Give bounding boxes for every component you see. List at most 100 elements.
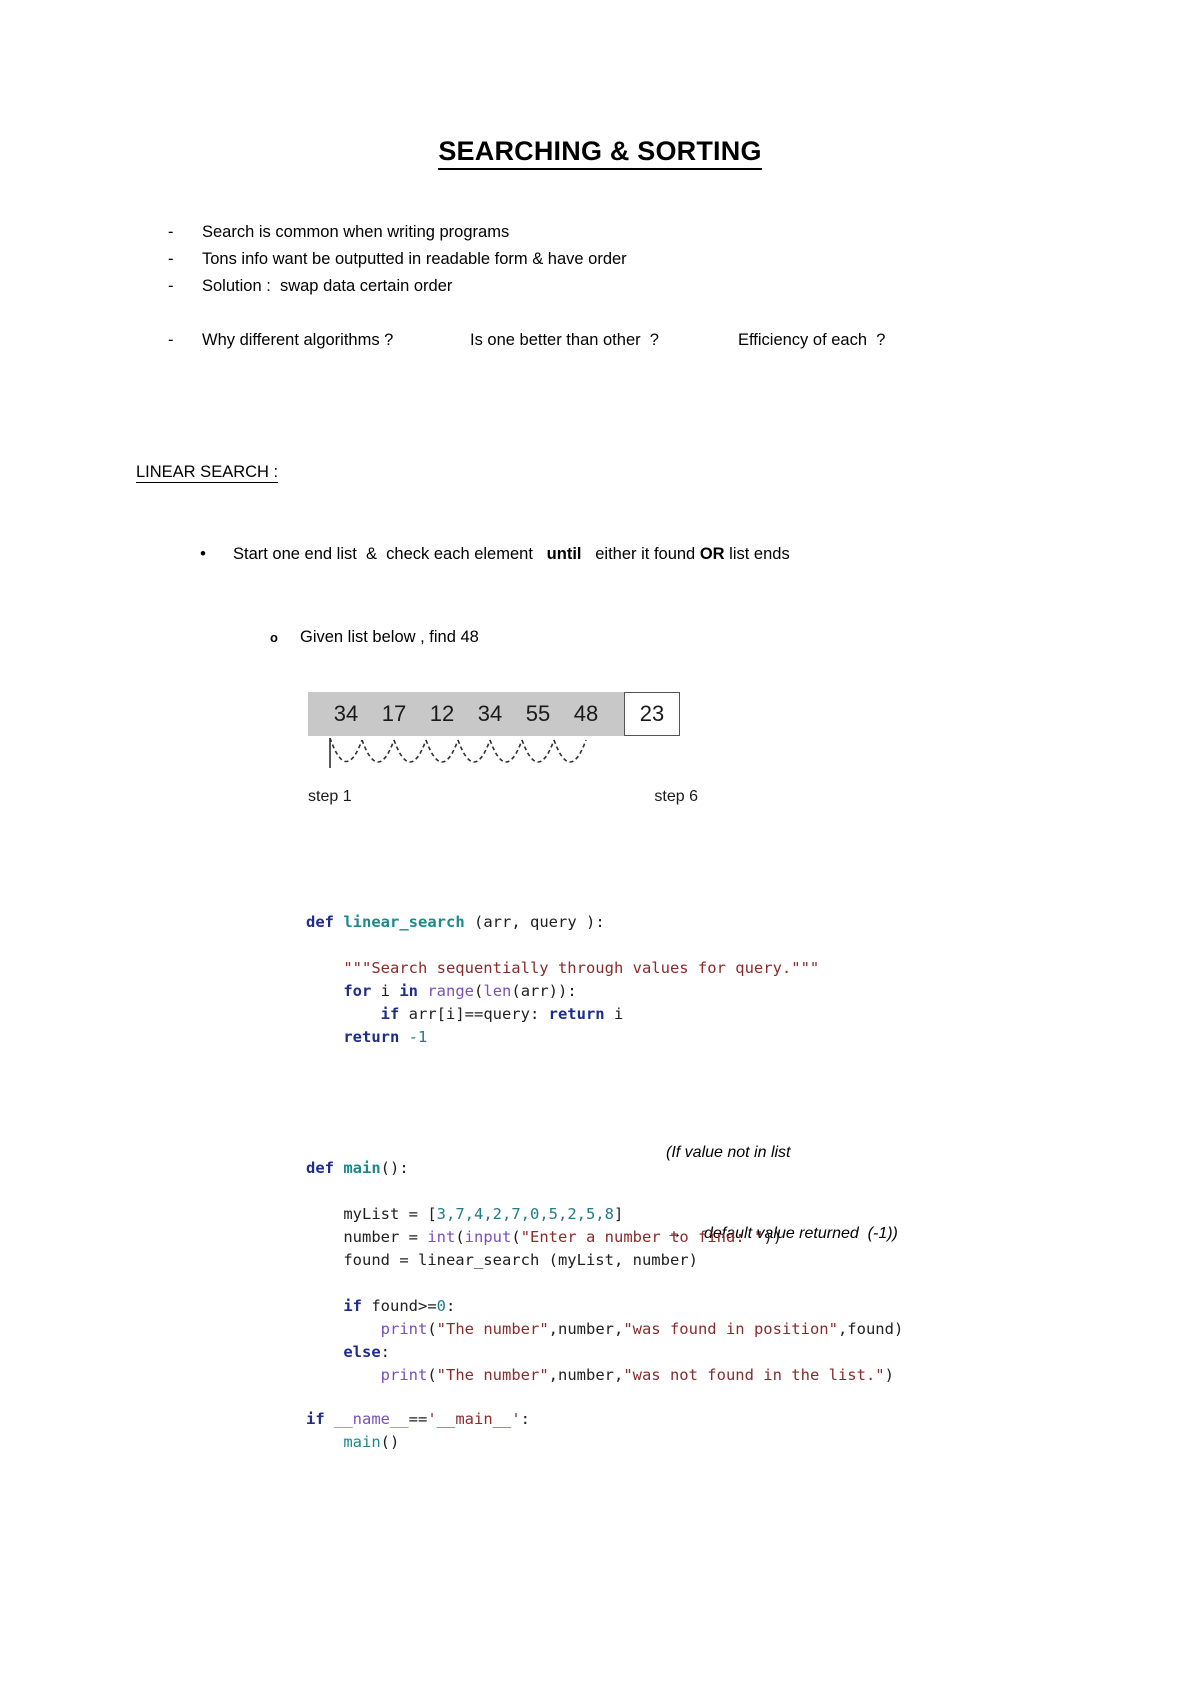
code-builtin-print-notfound: print <box>380 1366 428 1384</box>
page-title-text: SEARCHING & SORTING <box>438 136 762 170</box>
code-call-main: main <box>343 1433 381 1451</box>
code-function-name: linear_search <box>343 913 465 931</box>
code-print-mid-2: ,number, <box>548 1366 624 1384</box>
step-labels: step 1 step 6 <box>308 788 698 806</box>
list-item-questions: - Why different algorithms ? Is one bett… <box>168 327 1128 354</box>
list-item-label: Solution : swap data certain order <box>202 277 453 295</box>
array-cell: 48 <box>573 701 599 726</box>
bullet-text-until: until <box>546 545 582 563</box>
code-paren-open-2: ( <box>511 1228 521 1246</box>
code-builtin-int: int <box>427 1228 456 1246</box>
code-dunder-name: __name__ <box>324 1410 409 1428</box>
code-function-name-main: main <box>343 1159 381 1177</box>
list-item: - Tons info want be outputted in readabl… <box>168 246 1128 273</box>
step-first-label: step 1 <box>308 788 352 805</box>
linear-search-bullet: • Start one end list & check each elemen… <box>200 542 790 567</box>
code-list-numbers: 3,7,4,2,7,0,5,2,5,8 <box>436 1205 614 1223</box>
array-cell: 12 <box>429 701 455 726</box>
step-last-label: step 6 <box>654 788 698 805</box>
bullet-text-pre: Start one end list & check each element <box>233 545 547 563</box>
code-paren: ( <box>474 982 484 1000</box>
code-call-parens: () <box>380 1433 400 1451</box>
code-block-linear-search: def linear_search (arr, query ): """Sear… <box>306 911 819 1049</box>
code-builtin-print-found: print <box>380 1320 428 1338</box>
list-item-label: Search is common when writing programs <box>202 223 510 241</box>
given-list-label: Given list below , find 48 <box>300 628 479 646</box>
question-row: Why different algorithms ? Is one better… <box>202 327 885 354</box>
question-1: Why different algorithms ? <box>202 331 394 349</box>
code-string-the-number-2: "The number" <box>436 1366 549 1384</box>
code-colon-else: : <box>380 1343 390 1361</box>
code-bracket-close: ] <box>613 1205 624 1223</box>
code-var-found: found = linear_search (myList, number) <box>343 1251 698 1269</box>
document-page: SEARCHING & SORTING - Search is common w… <box>0 0 1200 1698</box>
dash-bullet-icon: - <box>168 250 174 268</box>
array-highlight-cell: 23 <box>624 692 680 736</box>
array-cell: 34 <box>477 701 503 726</box>
page-title: SEARCHING & SORTING <box>0 136 1200 170</box>
code-print-tail-2: ) <box>884 1366 894 1384</box>
dash-bullet-icon: - <box>168 331 174 349</box>
array-row: 34 17 12 34 55 48 23 <box>308 692 680 736</box>
code-keyword-return-final: return <box>343 1028 400 1046</box>
circle-bullet-icon: o <box>270 630 278 645</box>
code-condition: arr[i]==query: <box>399 1005 549 1023</box>
code-keyword-if: if <box>380 1005 400 1023</box>
array-cell: 17 <box>381 701 407 726</box>
code-var-mylist: myList = <box>343 1205 428 1223</box>
bullet-text-or: OR <box>699 545 725 563</box>
code-keyword-else: else <box>343 1343 381 1361</box>
code-builtin-len: len <box>483 982 512 1000</box>
bullet-text-mid: either it found <box>581 545 700 563</box>
code-print-paren-2: ( <box>427 1366 437 1384</box>
code-number-minus-one: -1 <box>408 1028 428 1046</box>
code-loop-tail: (arr)): <box>511 982 577 1000</box>
code-block-entry-point: if __name__=='__main__': main() <box>306 1408 530 1454</box>
code-docstring: """Search sequentially through values fo… <box>343 959 820 977</box>
code-signature: (arr, query ): <box>464 913 605 931</box>
code-found-condition: found>= <box>362 1297 437 1315</box>
code-keyword-in: in <box>399 982 418 1000</box>
question-2: Is one better than other ? <box>470 331 659 349</box>
code-block-main: def main(): myList = [3,7,4,2,7,0,5,2,5,… <box>306 1157 903 1387</box>
code-string-dunder-main: '__main__' <box>427 1410 521 1428</box>
code-builtin-range: range <box>427 982 475 1000</box>
given-list-subbullet: o Given list below , find 48 <box>270 625 479 650</box>
code-string-the-number: "The number" <box>436 1320 549 1338</box>
code-main-signature: (): <box>380 1159 409 1177</box>
code-builtin-input: input <box>464 1228 512 1246</box>
code-keyword-def: def <box>306 913 334 931</box>
array-diagram: 34 17 12 34 55 48 23 step 1 step 6 <box>308 692 698 805</box>
array-cell: 55 <box>525 701 551 726</box>
code-loop-var: i <box>371 982 400 1000</box>
section-heading-text: LINEAR SEARCH : <box>136 463 279 483</box>
array-cell: 34 <box>333 701 359 726</box>
code-keyword-if-found: if <box>343 1297 362 1315</box>
code-print-mid: ,number, <box>548 1320 624 1338</box>
round-bullet-icon: • <box>200 544 206 563</box>
code-var-number: number = <box>343 1228 428 1246</box>
section-heading: LINEAR SEARCH : <box>136 463 279 483</box>
dash-bullet-icon: - <box>168 277 174 295</box>
code-return-value: i <box>604 1005 624 1023</box>
code-colon-entry: : <box>520 1410 531 1428</box>
code-string-not-found: "was not found in the list." <box>623 1366 885 1384</box>
step-arcs-icon <box>322 737 622 791</box>
list-item-label: Tons info want be outputted in readable … <box>202 250 627 268</box>
code-keyword-return: return <box>548 1005 605 1023</box>
code-paren-close: )) <box>763 1228 782 1246</box>
code-number-zero: 0 <box>436 1297 446 1315</box>
array-gray-block: 34 17 12 34 55 48 <box>308 692 624 736</box>
code-keyword-for: for <box>343 982 372 1000</box>
bullet-text-post: list ends <box>724 545 790 563</box>
code-equals: == <box>408 1410 428 1428</box>
intro-bullet-list: - Search is common when writing programs… <box>168 219 1128 354</box>
code-print-tail: ,found) <box>837 1320 904 1338</box>
linear-search-bullet-label: Start one end list & check each element … <box>233 542 790 567</box>
code-bracket-open: [ <box>427 1205 437 1223</box>
code-keyword-if-name: if <box>306 1410 325 1428</box>
question-3: Efficiency of each ? <box>738 331 886 349</box>
code-string-was-found: "was found in position" <box>623 1320 838 1338</box>
code-string-prompt: "Enter a number to find: " <box>520 1228 764 1246</box>
